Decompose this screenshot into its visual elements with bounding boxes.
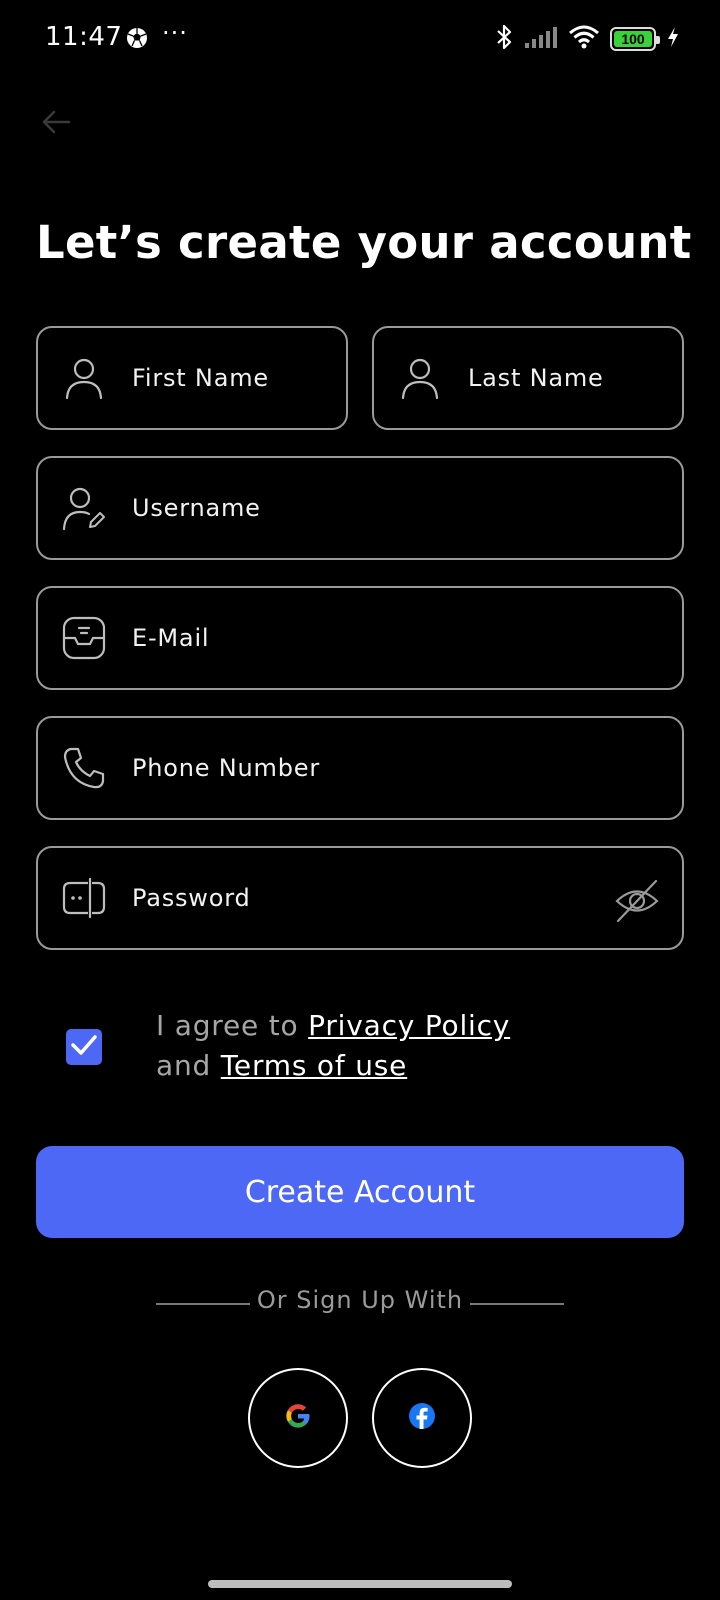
password-field[interactable]: Password [36, 846, 684, 950]
username-placeholder: Username [132, 494, 261, 522]
status-bar: 11:47 ··· 100 [0, 0, 720, 78]
arrow-left-icon [41, 109, 71, 139]
battery-icon: 100 [610, 27, 660, 51]
facebook-signup-button[interactable] [372, 1368, 472, 1468]
username-field[interactable]: Username [36, 456, 684, 560]
last-name-field[interactable]: Last Name [372, 326, 684, 430]
home-indicator[interactable] [208, 1580, 512, 1588]
google-signup-button[interactable] [248, 1368, 348, 1468]
charging-icon [666, 26, 680, 52]
user-edit-icon [62, 486, 106, 531]
battery-level: 100 [621, 31, 645, 47]
soccer-ball-icon [126, 27, 148, 53]
first-name-field[interactable]: First Name [36, 326, 348, 430]
bluetooth-icon [494, 23, 514, 55]
email-field[interactable]: E-Mail [36, 586, 684, 690]
phone-icon [62, 746, 106, 790]
user-icon [62, 356, 106, 400]
status-time: 11:47 [45, 22, 123, 52]
last-name-placeholder: Last Name [468, 364, 604, 392]
first-name-placeholder: First Name [132, 364, 269, 392]
divider-text: Or Sign Up With [256, 1286, 464, 1314]
signal-icon [524, 25, 558, 53]
wifi-icon [568, 24, 600, 54]
back-button[interactable] [36, 104, 76, 144]
agreement-text: I agree to Privacy Policy and Terms of u… [156, 1006, 510, 1086]
agreement-prefix: I agree to [156, 1009, 299, 1042]
password-placeholder: Password [132, 884, 251, 912]
create-account-button[interactable]: Create Account [36, 1146, 684, 1238]
phone-placeholder: Phone Number [132, 754, 320, 782]
page-title: Let’s create your account [36, 216, 692, 269]
agreement-joiner: and [156, 1049, 212, 1082]
terms-of-use-link[interactable]: Terms of use [221, 1049, 407, 1082]
email-placeholder: E-Mail [132, 624, 210, 652]
user-icon [398, 356, 442, 400]
status-icons: 100 [494, 24, 680, 54]
phone-field[interactable]: Phone Number [36, 716, 684, 820]
check-icon [70, 1033, 98, 1061]
google-icon [284, 1402, 312, 1434]
agree-checkbox[interactable] [66, 1029, 102, 1065]
divider-line-right [470, 1303, 564, 1305]
eye-off-icon[interactable] [614, 878, 660, 924]
facebook-icon [408, 1402, 436, 1434]
status-overflow: ··· [162, 19, 188, 47]
password-icon [62, 876, 106, 920]
inbox-icon [62, 616, 106, 660]
privacy-policy-link[interactable]: Privacy Policy [308, 1009, 510, 1042]
